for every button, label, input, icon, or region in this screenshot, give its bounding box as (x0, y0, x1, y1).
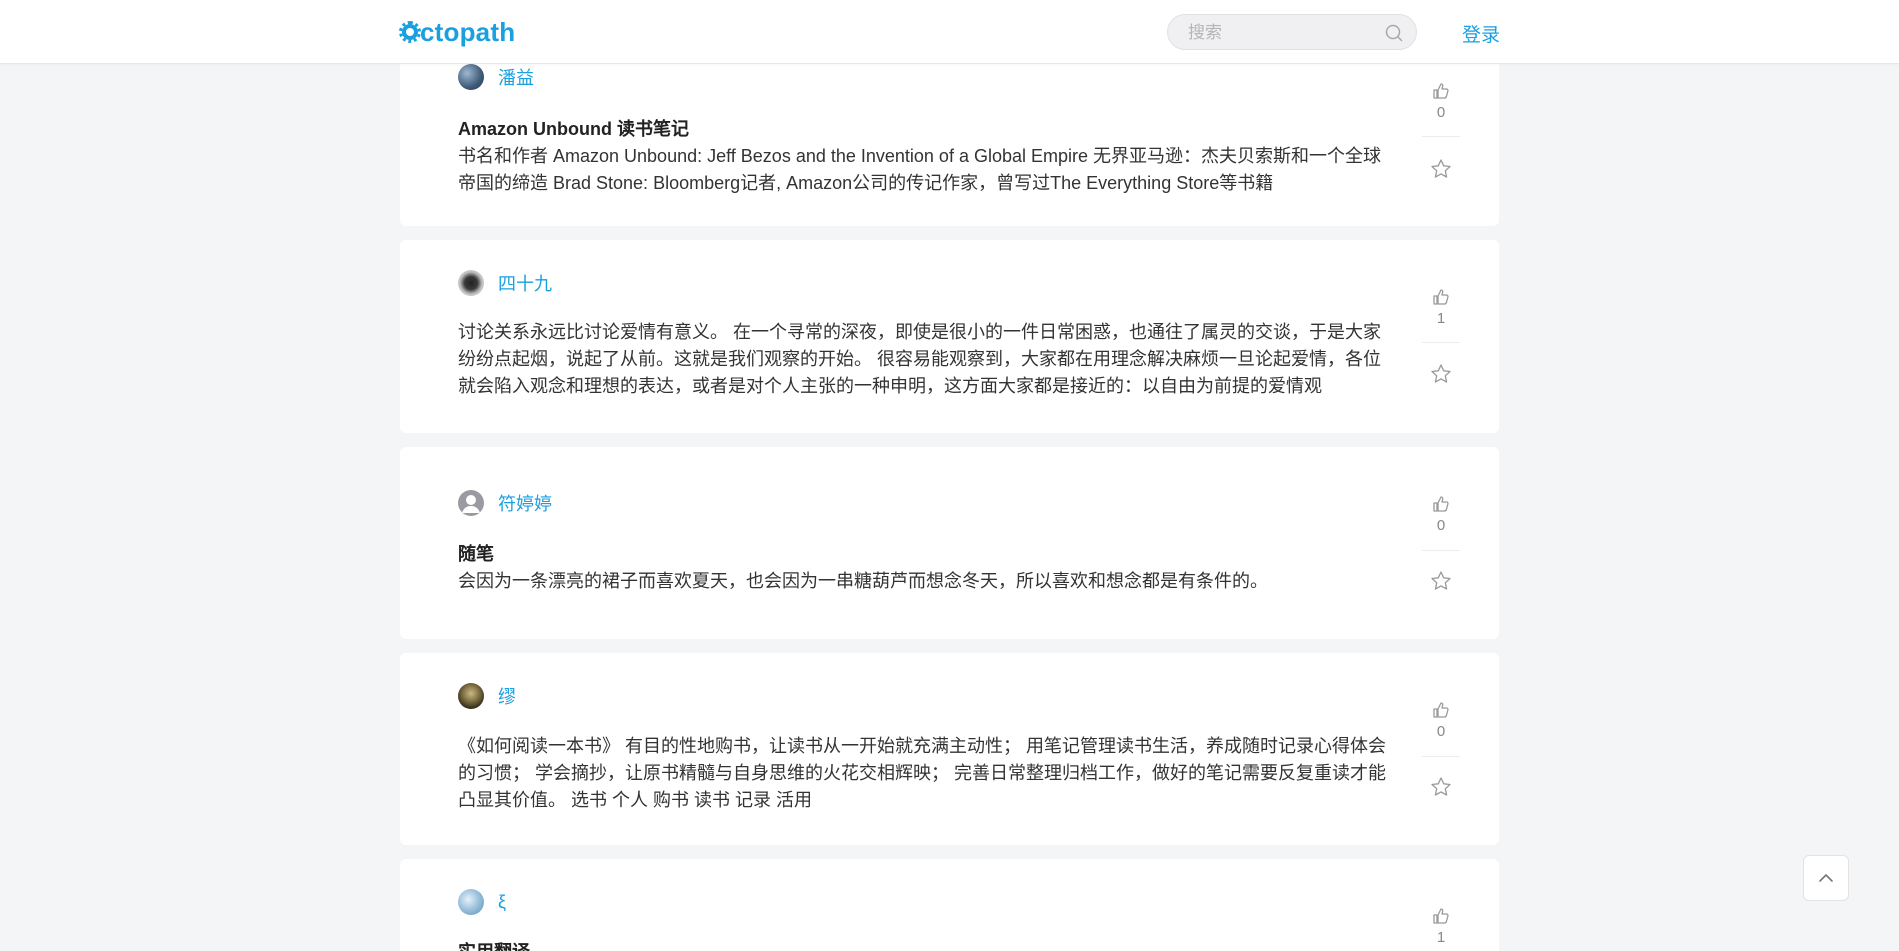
post-excerpt[interactable]: 书名和作者 Amazon Unbound: Jeff Bezos and the… (458, 143, 1388, 197)
avatar[interactable] (458, 889, 484, 915)
post-title[interactable]: 随笔 (458, 541, 1388, 568)
post-excerpt[interactable]: 讨论关系永远比讨论爱情有意义。 在一个寻常的深夜，即使是很小的一件日常困惑，也通… (458, 319, 1388, 400)
thumbs-up-icon[interactable] (1432, 495, 1450, 513)
back-to-top-button[interactable] (1803, 855, 1849, 901)
search-icon[interactable] (1384, 23, 1404, 43)
avatar[interactable] (458, 270, 484, 296)
post-excerpt[interactable]: 会因为一条漂亮的裙子而喜欢夏天，也会因为一串糖葫芦而想念冬天，所以喜欢和想念都是… (458, 568, 1388, 595)
avatar[interactable] (458, 64, 484, 90)
like-count: 0 (1436, 104, 1446, 121)
logo-text: ctopath (420, 16, 516, 47)
star-icon[interactable] (1430, 570, 1452, 592)
octopus-logo-icon (399, 21, 421, 43)
post-author[interactable]: 缪 (458, 683, 516, 709)
top-navbar: ctopath 登录 (0, 0, 1899, 64)
post-card[interactable]: 缪 《如何阅读一本书》 有目的性地购书，让读书从一开始就充满主动性； 用笔记管理… (400, 653, 1499, 845)
post-card[interactable]: ξ 实用翻译 1 (400, 859, 1499, 951)
chevron-up-icon (1819, 874, 1833, 882)
author-name[interactable]: 四十九 (498, 270, 552, 296)
search-input[interactable] (1186, 15, 1380, 51)
post-author[interactable]: 符婷婷 (458, 490, 552, 516)
author-name[interactable]: 潘益 (498, 64, 534, 90)
octopath-logo[interactable]: ctopath (399, 16, 516, 48)
like-count: 0 (1436, 517, 1446, 534)
post-title[interactable]: 实用翻译 (458, 939, 1388, 951)
post-card[interactable]: 符婷婷 随笔 会因为一条漂亮的裙子而喜欢夏天，也会因为一串糖葫芦而想念冬天，所以… (400, 447, 1499, 639)
like-count: 1 (1436, 929, 1446, 946)
divider (1422, 756, 1460, 757)
star-icon[interactable] (1430, 363, 1452, 385)
like-count: 1 (1436, 310, 1446, 327)
thumbs-up-icon[interactable] (1432, 907, 1450, 925)
post-card[interactable]: 四十九 讨论关系永远比讨论爱情有意义。 在一个寻常的深夜，即使是很小的一件日常困… (400, 240, 1499, 433)
divider (1422, 136, 1460, 137)
star-icon[interactable] (1430, 158, 1452, 180)
thumbs-up-icon[interactable] (1432, 82, 1450, 100)
post-title[interactable]: Amazon Unbound 读书笔记 (458, 116, 1388, 143)
star-icon[interactable] (1430, 776, 1452, 798)
author-name[interactable]: ξ (498, 892, 506, 913)
post-excerpt[interactable]: 《如何阅读一本书》 有目的性地购书，让读书从一开始就充满主动性； 用笔记管理读书… (458, 733, 1388, 814)
default-user-icon (462, 495, 480, 513)
thumbs-up-icon[interactable] (1432, 288, 1450, 306)
search-box (1167, 14, 1417, 51)
divider (1422, 342, 1460, 343)
post-author[interactable]: ξ (458, 889, 506, 915)
avatar[interactable] (458, 490, 484, 516)
avatar[interactable] (458, 683, 484, 709)
divider (1422, 550, 1460, 551)
post-card[interactable]: 潘益 Amazon Unbound 读书笔记 书名和作者 Amazon Unbo… (400, 40, 1499, 226)
author-name[interactable]: 符婷婷 (498, 490, 552, 516)
like-count: 0 (1436, 723, 1446, 740)
post-author[interactable]: 潘益 (458, 64, 534, 90)
login-link[interactable]: 登录 (1462, 20, 1500, 47)
author-name[interactable]: 缪 (498, 683, 516, 709)
post-author[interactable]: 四十九 (458, 270, 552, 296)
thumbs-up-icon[interactable] (1432, 701, 1450, 719)
